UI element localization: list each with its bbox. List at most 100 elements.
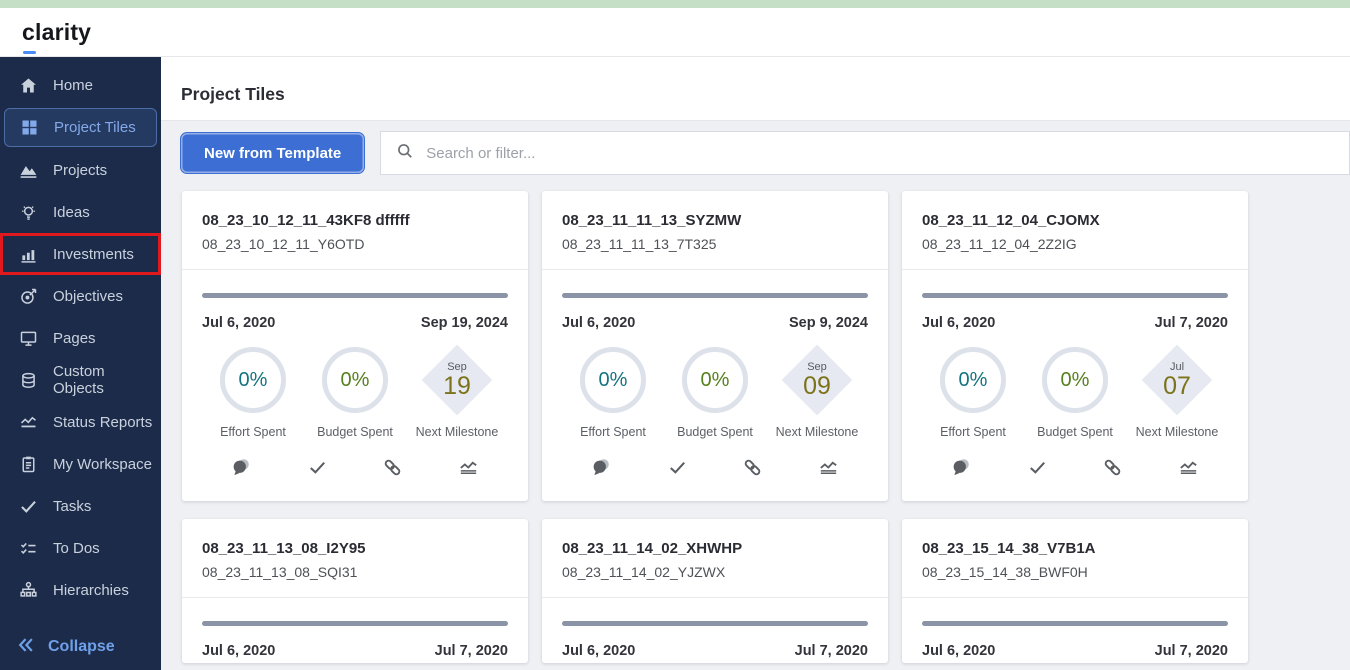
clarity-logo: clarity xyxy=(22,18,92,45)
start-date: Jul 6, 2020 xyxy=(922,643,996,659)
budget-spent-ring: 0% xyxy=(682,347,748,413)
sidebar-item-label: Project Tiles xyxy=(54,119,136,136)
sidebar-item-project-tiles[interactable]: Project Tiles xyxy=(4,108,157,147)
sidebar-item-label: Status Reports xyxy=(53,413,153,431)
tasks-check-icon[interactable] xyxy=(666,456,689,484)
progress-bar xyxy=(202,293,508,298)
project-cards-grid: 08_23_10_12_11_43KF8 dfffff 08_23_10_12_… xyxy=(161,175,1350,663)
milestone-label: Next Milestone xyxy=(1135,425,1219,439)
conversations-icon[interactable] xyxy=(230,456,253,484)
project-id: 08_23_11_12_04_2Z2IG xyxy=(922,236,1077,252)
milestone-day: 09 xyxy=(803,371,831,400)
milestone-diamond: Sep 19 xyxy=(421,344,493,416)
effort-spent-ring: 0% xyxy=(580,347,646,413)
budget-spent-label: Budget Spent xyxy=(1037,425,1113,439)
project-card[interactable]: 08_23_10_12_11_43KF8 dfffff 08_23_10_12_… xyxy=(182,191,528,501)
end-date: Jul 7, 2020 xyxy=(1154,315,1228,331)
top-accent-strip xyxy=(0,0,1350,8)
end-date: Sep 19, 2024 xyxy=(420,315,508,331)
tasks-check-icon[interactable] xyxy=(306,456,329,484)
sidebar-item-investments[interactable]: Investments xyxy=(0,233,161,275)
links-icon[interactable] xyxy=(741,456,764,484)
collapse-label: Collapse xyxy=(48,638,115,655)
sidebar-item-tasks[interactable]: Tasks xyxy=(0,485,161,527)
main-content: Project Tiles New from Template 08_23_10… xyxy=(161,57,1350,670)
conversations-icon[interactable] xyxy=(590,456,613,484)
sidebar-item-status-reports[interactable]: Status Reports xyxy=(0,401,161,443)
budget-spent-ring: 0% xyxy=(322,347,388,413)
sidebar-item-label: Pages xyxy=(53,329,96,347)
toolbar: New from Template xyxy=(161,121,1350,175)
sidebar-item-my-workspace[interactable]: My Workspace xyxy=(0,443,161,485)
trend-icon xyxy=(17,411,39,433)
start-date: Jul 6, 2020 xyxy=(202,315,276,331)
sidebar-item-hierarchies[interactable]: Hierarchies xyxy=(0,569,161,611)
progress-bar xyxy=(562,293,868,298)
checklist-icon xyxy=(17,537,39,559)
project-title: 08_23_11_11_13_SYZMW xyxy=(562,212,742,229)
project-title: 08_23_15_14_38_V7B1A xyxy=(922,540,1096,557)
sidebar-item-label: Tasks xyxy=(53,497,92,515)
search-icon xyxy=(395,141,415,166)
conversations-icon[interactable] xyxy=(950,456,973,484)
start-date: Jul 6, 2020 xyxy=(562,315,636,331)
project-title: 08_23_11_12_04_CJOMX xyxy=(922,212,1100,229)
budget-spent-label: Budget Spent xyxy=(317,425,393,439)
project-card[interactable]: 08_23_11_12_04_CJOMX 08_23_11_12_04_2Z2I… xyxy=(902,191,1248,501)
links-icon[interactable] xyxy=(1101,456,1124,484)
progress-bar xyxy=(922,293,1228,298)
sidebar-item-label: Hierarchies xyxy=(53,581,129,599)
bar-chart-icon xyxy=(17,243,39,265)
sidebar-item-ideas[interactable]: Ideas xyxy=(0,191,161,233)
project-id: 08_23_11_13_08_SQI31 xyxy=(202,564,358,580)
sidebar-item-objectives[interactable]: Objectives xyxy=(0,275,161,317)
project-id: 08_23_15_14_38_BWF0H xyxy=(922,564,1088,580)
sidebar-item-label: My Workspace xyxy=(53,455,152,473)
search-input[interactable] xyxy=(426,144,1349,162)
page-title: Project Tiles xyxy=(181,84,285,104)
progress-bar xyxy=(922,621,1228,626)
end-date: Jul 7, 2020 xyxy=(434,643,508,659)
budget-spent-label: Budget Spent xyxy=(677,425,753,439)
effort-spent-label: Effort Spent xyxy=(220,425,286,439)
sidebar-item-label: Objectives xyxy=(53,287,124,305)
tasks-check-icon[interactable] xyxy=(1026,456,1049,484)
project-card[interactable]: 08_23_11_13_08_I2Y95 08_23_11_13_08_SQI3… xyxy=(182,519,528,663)
database-icon xyxy=(17,369,39,391)
home-icon xyxy=(17,74,39,96)
collapse-chevrons-icon xyxy=(16,635,36,660)
end-date: Jul 7, 2020 xyxy=(1154,643,1228,659)
sidebar-item-custom-objects[interactable]: Custom Objects xyxy=(0,359,161,401)
sidebar-item-to-dos[interactable]: To Dos xyxy=(0,527,161,569)
app-header: clarity xyxy=(0,8,1350,57)
org-chart-icon xyxy=(17,579,39,601)
sidebar-item-home[interactable]: Home xyxy=(0,64,161,106)
sidebar-item-label: Custom Objects xyxy=(53,363,105,397)
project-card[interactable]: 08_23_15_14_38_V7B1A 08_23_15_14_38_BWF0… xyxy=(902,519,1248,663)
project-title: 08_23_11_14_02_XHWHP xyxy=(562,540,743,557)
status-report-icon[interactable] xyxy=(817,456,840,484)
effort-spent-ring: 0% xyxy=(220,347,286,413)
sidebar-item-label: To Dos xyxy=(53,539,100,557)
new-from-template-button[interactable]: New from Template xyxy=(181,133,365,173)
sidebar-item-pages[interactable]: Pages xyxy=(0,317,161,359)
clipboard-icon xyxy=(17,453,39,475)
project-card[interactable]: 08_23_11_11_13_SYZMW 08_23_11_11_13_7T32… xyxy=(542,191,888,501)
target-icon xyxy=(17,285,39,307)
project-card[interactable]: 08_23_11_14_02_XHWHP 08_23_11_14_02_YJZW… xyxy=(542,519,888,663)
end-date: Jul 7, 2020 xyxy=(794,643,868,659)
sidebar-item-projects[interactable]: Projects xyxy=(0,149,161,191)
status-report-icon[interactable] xyxy=(1177,456,1200,484)
milestone-diamond: Jul 07 xyxy=(1141,344,1213,416)
sidebar-item-label: Investments xyxy=(53,245,134,263)
project-id: 08_23_11_11_13_7T325 xyxy=(562,236,717,252)
milestone-diamond: Sep 09 xyxy=(781,344,853,416)
grid-icon xyxy=(18,117,40,139)
links-icon[interactable] xyxy=(381,456,404,484)
search-box[interactable] xyxy=(380,131,1350,175)
project-title: 08_23_11_13_08_I2Y95 xyxy=(202,540,366,557)
project-title: 08_23_10_12_11_43KF8 dfffff xyxy=(202,212,410,229)
monitor-icon xyxy=(17,327,39,349)
sidebar-collapse-button[interactable]: Collapse xyxy=(0,626,161,668)
status-report-icon[interactable] xyxy=(457,456,480,484)
